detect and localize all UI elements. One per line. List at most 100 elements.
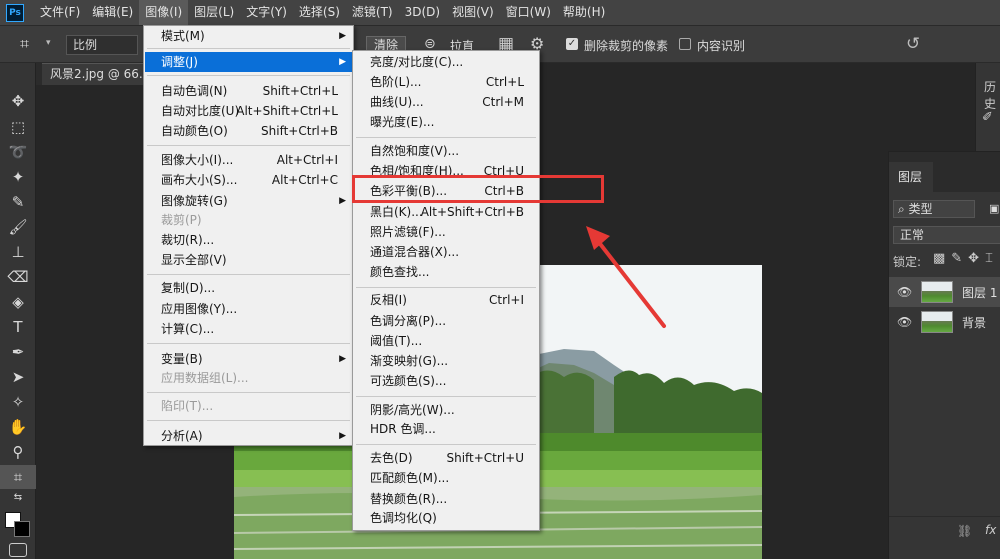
- menu-item-hdr-toning[interactable]: HDR 色调...: [354, 419, 538, 439]
- lock-options-icons[interactable]: ▩✎✥⌶: [933, 251, 999, 266]
- menu-file[interactable]: 文件(F): [34, 0, 86, 25]
- eyedropper-tool-icon[interactable]: ✎: [0, 190, 36, 214]
- menu-view[interactable]: 视图(V): [446, 0, 500, 25]
- menu-item-variables[interactable]: 变量(B) ▶: [145, 349, 352, 369]
- menu-item-photo-filter[interactable]: 照片滤镜(F)...: [354, 222, 538, 242]
- history-panel-label[interactable]: 历史: [984, 78, 1000, 112]
- menu-item-label: 变量(B): [161, 352, 203, 366]
- eraser-tool-icon[interactable]: ⌫: [0, 265, 36, 289]
- menu-item-label: 自动色调(N): [161, 84, 228, 98]
- menu-item-black-white[interactable]: 黑白(K)... Alt+Shift+Ctrl+B: [354, 202, 538, 222]
- menu-help[interactable]: 帮助(H): [557, 0, 611, 25]
- image-filter-icon[interactable]: ▣: [989, 202, 999, 215]
- menu-item-apply-image[interactable]: 应用图像(Y)...: [145, 299, 352, 319]
- content-aware-checkbox[interactable]: [679, 38, 691, 50]
- layer-row-layer1[interactable]: 👁 图层 1: [889, 277, 1000, 307]
- submenu-arrow-icon: ▶: [339, 31, 346, 41]
- eye-icon[interactable]: 👁: [897, 315, 912, 329]
- layer-row-background[interactable]: 👁 背景: [889, 307, 1000, 337]
- menu-separator: [356, 396, 536, 397]
- document-tab[interactable]: 风景2.jpg @ 66.7%: [42, 63, 144, 85]
- pen-tool-icon[interactable]: ✒: [0, 340, 36, 364]
- tab-layers[interactable]: 图层: [889, 162, 933, 192]
- shape-tool-icon[interactable]: ✧: [0, 390, 36, 414]
- menu-item-auto-tone[interactable]: 自动色调(N) Shift+Ctrl+L: [145, 81, 352, 101]
- menu-image[interactable]: 图像(I): [139, 0, 189, 25]
- link-layers-icon[interactable]: ⛓: [957, 524, 972, 538]
- menu-item-trim[interactable]: 裁切(R)...: [145, 230, 352, 250]
- delete-cropped-checkbox[interactable]: ✓: [566, 38, 578, 50]
- menu-item-mode[interactable]: 模式(M) ▶: [145, 26, 352, 46]
- menu-edit[interactable]: 编辑(E): [86, 0, 139, 25]
- menu-item-posterize[interactable]: 色调分离(P)...: [354, 311, 538, 331]
- menu-select[interactable]: 选择(S): [293, 0, 346, 25]
- zoom-tool-icon[interactable]: ⚲: [0, 440, 36, 464]
- menu-item-auto-color[interactable]: 自动颜色(O) Shift+Ctrl+B: [145, 121, 352, 141]
- menu-item-reveal-all[interactable]: 显示全部(V): [145, 250, 352, 270]
- menu-item-auto-contrast[interactable]: 自动对比度(U) Alt+Shift+Ctrl+L: [145, 101, 352, 121]
- menu-item-invert[interactable]: 反相(I) Ctrl+I: [354, 290, 538, 310]
- menu-item-equalize[interactable]: 色调均化(Q): [354, 508, 538, 528]
- hand-tool-icon[interactable]: ✋: [0, 415, 36, 439]
- menu-filter[interactable]: 滤镜(T): [346, 0, 399, 25]
- menu-item-adjustments[interactable]: 调整(J) ▶: [145, 52, 352, 72]
- menu-item-calculations[interactable]: 计算(C)...: [145, 319, 352, 339]
- menu-item-image-rotation[interactable]: 图像旋转(G) ▶: [145, 191, 352, 211]
- shortcut-label: Alt+Shift+Ctrl+B: [420, 205, 524, 219]
- layer-filter-select[interactable]: ⌕ 类型: [893, 200, 975, 218]
- menu-separator: [147, 343, 350, 344]
- menu-item-shadows-highlights[interactable]: 阴影/高光(W)...: [354, 400, 538, 420]
- shortcut-label: Ctrl+I: [489, 293, 524, 307]
- ratio-select[interactable]: 比例: [66, 35, 138, 55]
- menu-layer[interactable]: 图层(L): [188, 0, 240, 25]
- menu-item-match-color[interactable]: 匹配颜色(M)...: [354, 468, 538, 488]
- move-tool-icon[interactable]: ✥: [0, 89, 36, 113]
- menu-item-gradient-map[interactable]: 渐变映射(G)...: [354, 351, 538, 371]
- stamp-tool-icon[interactable]: ⊥: [0, 240, 36, 264]
- menu-item-label: 黑白(K)...: [370, 205, 423, 219]
- quick-mask-icon[interactable]: [9, 543, 27, 557]
- menu-separator: [147, 48, 350, 49]
- menu-item-label: 色阶(L)...: [370, 75, 422, 89]
- menu-separator: [147, 420, 350, 421]
- menu-item-analysis[interactable]: 分析(A) ▶: [145, 426, 352, 446]
- menu-window[interactable]: 窗口(W): [500, 0, 557, 25]
- menu-item-vibrance[interactable]: 自然饱和度(V)...: [354, 141, 538, 161]
- swap-colors-icon[interactable]: ⇆: [0, 489, 36, 507]
- crop-tool-active-icon[interactable]: ⌗: [0, 465, 36, 489]
- menu-item-image-size[interactable]: 图像大小(I)... Alt+Ctrl+I: [145, 150, 352, 170]
- eye-icon[interactable]: 👁: [897, 285, 912, 299]
- crop-tool-icon[interactable]: ⌗: [20, 34, 29, 54]
- menu-item-exposure[interactable]: 曝光度(E)...: [354, 112, 538, 132]
- layer-effects-icon[interactable]: fx: [985, 523, 996, 537]
- menu-item-duplicate[interactable]: 复制(D)...: [145, 278, 352, 298]
- layer-thumbnail: [921, 311, 953, 333]
- menu-item-canvas-size[interactable]: 画布大小(S)... Alt+Ctrl+C: [145, 170, 352, 190]
- magic-wand-tool-icon[interactable]: ✦: [0, 165, 36, 189]
- marquee-tool-icon[interactable]: ⬚: [0, 115, 36, 139]
- background-color-swatch[interactable]: [14, 521, 30, 537]
- shortcut-label: Shift+Ctrl+L: [262, 84, 338, 98]
- menu-3d[interactable]: 3D(D): [399, 0, 446, 25]
- path-selection-tool-icon[interactable]: ➤: [0, 365, 36, 389]
- menu-item-brightness-contrast[interactable]: 亮度/对比度(C)...: [354, 52, 538, 72]
- menu-item-desaturate[interactable]: 去色(D) Shift+Ctrl+U: [354, 448, 538, 468]
- menu-item-curves[interactable]: 曲线(U)... Ctrl+M: [354, 92, 538, 112]
- tool-preset-caret-icon[interactable]: ▾: [46, 38, 51, 48]
- type-tool-icon[interactable]: T: [0, 315, 36, 339]
- menu-item-levels[interactable]: 色阶(L)... Ctrl+L: [354, 72, 538, 92]
- paint-bucket-tool-icon[interactable]: ◈: [0, 290, 36, 314]
- blend-mode-select[interactable]: 正常: [893, 226, 1000, 244]
- history-brush-icon[interactable]: ✐: [982, 110, 993, 125]
- menu-item-replace-color[interactable]: 替换颜色(R)...: [354, 489, 538, 509]
- menu-type[interactable]: 文字(Y): [240, 0, 293, 25]
- brush-tool-icon[interactable]: 🖌: [0, 215, 36, 239]
- reset-icon[interactable]: ↺: [906, 34, 920, 54]
- lasso-tool-icon[interactable]: ➰: [0, 140, 36, 164]
- menu-item-selective-color[interactable]: 可选颜色(S)...: [354, 371, 538, 391]
- shortcut-label: Ctrl+M: [482, 95, 524, 109]
- menu-item-threshold[interactable]: 阈值(T)...: [354, 331, 538, 351]
- menu-item-channel-mixer[interactable]: 通道混合器(X)...: [354, 242, 538, 262]
- layer-filter-label: 类型: [908, 202, 933, 216]
- menu-item-color-lookup[interactable]: 颜色查找...: [354, 262, 538, 282]
